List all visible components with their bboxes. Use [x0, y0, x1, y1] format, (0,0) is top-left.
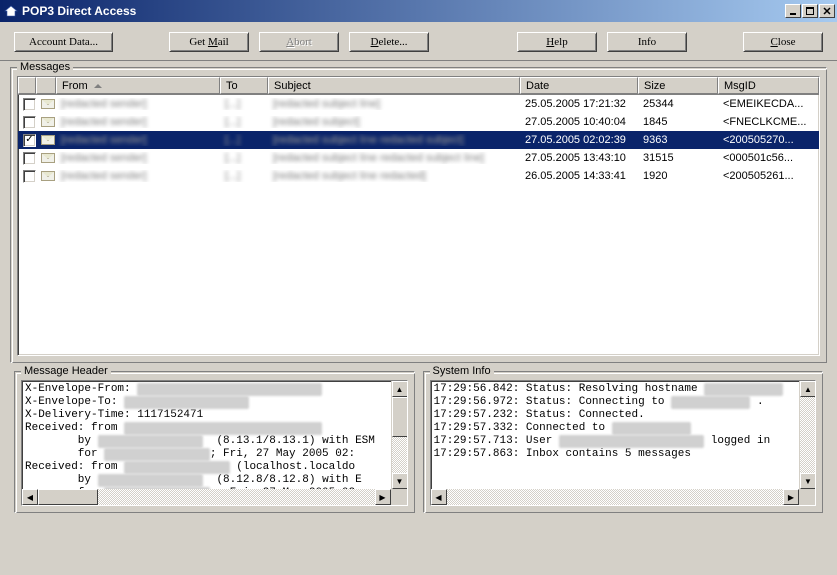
cell-size: 25344 [638, 98, 718, 110]
scroll-right-icon[interactable]: ▶ [783, 489, 799, 505]
scroll-thumb[interactable] [38, 489, 98, 505]
cell-msgid: <200505270... [718, 134, 819, 146]
cell-subject: [redacted subject line] [268, 98, 520, 110]
abort-button: Abort [259, 32, 339, 52]
get-mail-button[interactable]: Get Mail [169, 32, 249, 52]
cell-size: 9363 [638, 134, 718, 146]
cell-from: [redacted sender] [56, 170, 220, 182]
cell-to: [...] [220, 170, 268, 182]
cell-from: [redacted sender] [56, 98, 220, 110]
maximize-button[interactable] [802, 4, 818, 18]
cell-subject: [redacted subject] [268, 116, 520, 128]
cell-msgid: <000501c56... [718, 152, 819, 164]
scroll-left-icon[interactable]: ◀ [431, 489, 447, 505]
cell-date: 27.05.2005 10:40:04 [520, 116, 638, 128]
messages-listview[interactable]: From To Subject Date Size MsgID [redacte… [17, 76, 820, 356]
scroll-down-icon[interactable]: ▼ [800, 473, 816, 489]
app-icon [4, 5, 18, 17]
cell-date: 26.05.2005 14:33:41 [520, 170, 638, 182]
scroll-right-icon[interactable]: ▶ [375, 489, 391, 505]
envelope-icon [41, 117, 55, 127]
help-button[interactable]: Help [517, 32, 597, 52]
toolbar: Account Data... Get Mail Abort Delete...… [0, 22, 837, 61]
cell-date: 25.05.2005 17:21:32 [520, 98, 638, 110]
close-button[interactable] [819, 4, 835, 18]
minimize-button[interactable] [785, 4, 801, 18]
window-title: POP3 Direct Access [22, 4, 785, 18]
envelope-icon [41, 153, 55, 163]
column-to[interactable]: To [220, 77, 268, 94]
cell-size: 31515 [638, 152, 718, 164]
system-info-content: 17:29:56.842: Status: Resolving hostname… [431, 381, 800, 489]
scroll-thumb[interactable] [392, 397, 408, 437]
cell-size: 1845 [638, 116, 718, 128]
cell-from: [redacted sender] [56, 116, 220, 128]
cell-to: [...] [220, 98, 268, 110]
titlebar: POP3 Direct Access [0, 0, 837, 22]
info-button[interactable]: Info [607, 32, 687, 52]
system-info-legend: System Info [430, 365, 494, 377]
messages-group: Messages From To Subject Date Size MsgID… [10, 67, 827, 363]
column-icon[interactable] [36, 77, 56, 94]
message-header-legend: Message Header [21, 365, 111, 377]
scrollbar-horizontal[interactable]: ◀ ▶ [22, 489, 391, 505]
cell-date: 27.05.2005 13:43:10 [520, 152, 638, 164]
row-checkbox[interactable] [23, 98, 36, 111]
scrollbar-vertical[interactable]: ▲ ▼ [799, 381, 815, 489]
table-row[interactable]: ✓ [redacted sender][...][redacted subject… [18, 131, 819, 149]
row-checkbox[interactable] [23, 170, 36, 183]
row-checkbox[interactable] [23, 116, 36, 129]
scrollbar-vertical[interactable]: ▲ ▼ [391, 381, 407, 489]
scroll-up-icon[interactable]: ▲ [392, 381, 408, 397]
row-checkbox[interactable] [23, 152, 36, 165]
message-header-content: X-Envelope-From: X-Envelope-To: X-Delive… [22, 381, 391, 489]
cell-subject: [redacted subject line redacted] [268, 170, 520, 182]
listview-header: From To Subject Date Size MsgID [18, 77, 819, 95]
system-info-group: System Info 17:29:56.842: Status: Resolv… [423, 371, 824, 513]
table-row[interactable]: [redacted sender][...][redacted subject … [18, 149, 819, 167]
message-header-group: Message Header X-Envelope-From: X-Envelo… [14, 371, 415, 513]
cell-subject: [redacted subject line redacted subject] [268, 134, 520, 146]
cell-to: [...] [220, 152, 268, 164]
messages-legend: Messages [17, 61, 73, 73]
cell-subject: [redacted subject line redacted subject … [268, 152, 520, 164]
table-row[interactable]: [redacted sender][...][redacted subject … [18, 167, 819, 185]
envelope-icon [41, 135, 55, 145]
cell-to: [...] [220, 116, 268, 128]
scrollbar-horizontal[interactable]: ◀ ▶ [431, 489, 800, 505]
column-size[interactable]: Size [638, 77, 718, 94]
column-subject[interactable]: Subject [268, 77, 520, 94]
close-app-button[interactable]: Close [743, 32, 823, 52]
row-checkbox[interactable]: ✓ [23, 134, 36, 147]
envelope-icon [41, 171, 55, 181]
cell-size: 1920 [638, 170, 718, 182]
column-from[interactable]: From [56, 77, 220, 94]
message-header-textarea[interactable]: X-Envelope-From: X-Envelope-To: X-Delive… [21, 380, 408, 506]
cell-msgid: <FNECLKCME... [718, 116, 819, 128]
system-info-textarea[interactable]: 17:29:56.842: Status: Resolving hostname… [430, 380, 817, 506]
cell-date: 27.05.2005 02:02:39 [520, 134, 638, 146]
scroll-down-icon[interactable]: ▼ [392, 473, 408, 489]
column-msgid[interactable]: MsgID [718, 77, 819, 94]
column-date[interactable]: Date [520, 77, 638, 94]
cell-msgid: <EMEIKECDA... [718, 98, 819, 110]
account-data-button[interactable]: Account Data... [14, 32, 113, 52]
column-check[interactable] [18, 77, 36, 94]
cell-from: [redacted sender] [56, 152, 220, 164]
cell-to: [...] [220, 134, 268, 146]
scroll-up-icon[interactable]: ▲ [800, 381, 816, 397]
cell-from: [redacted sender] [56, 134, 220, 146]
scroll-left-icon[interactable]: ◀ [22, 489, 38, 505]
sort-asc-icon [94, 84, 102, 88]
table-row[interactable]: [redacted sender][...][redacted subject … [18, 95, 819, 113]
delete-button[interactable]: Delete... [349, 32, 429, 52]
envelope-icon [41, 99, 55, 109]
table-row[interactable]: [redacted sender][...][redacted subject]… [18, 113, 819, 131]
cell-msgid: <200505261... [718, 170, 819, 182]
